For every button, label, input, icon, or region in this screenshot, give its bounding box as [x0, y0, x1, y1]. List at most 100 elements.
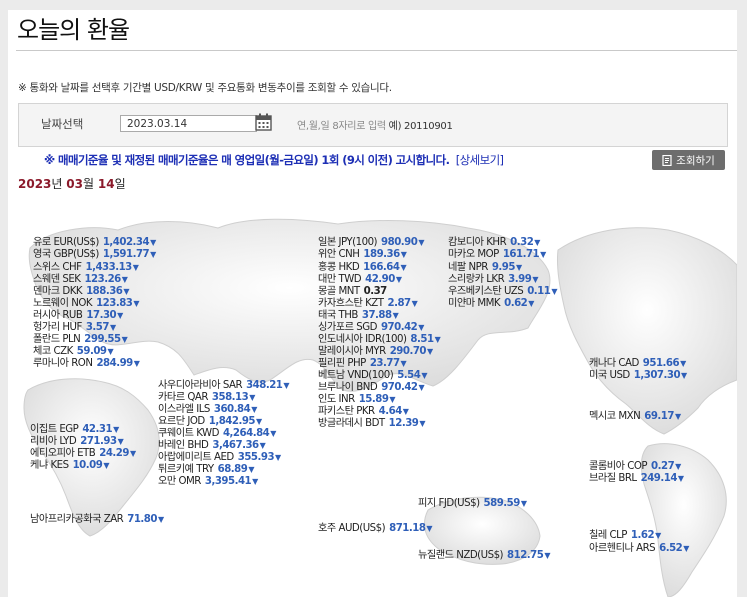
currency-name: 이집트 EGP: [30, 424, 79, 435]
currency-rate: 68.89: [217, 464, 248, 475]
title-divider: [16, 50, 737, 51]
rate-item[interactable]: 영국 GBP(US$) 1,591.77▼: [33, 249, 156, 261]
rate-item[interactable]: 미얀마 MMK 0.62▼: [448, 298, 534, 310]
query-button[interactable]: 조회하기: [652, 150, 725, 170]
down-triangle-icon: ▼: [109, 323, 116, 332]
down-triangle-icon: ▼: [427, 347, 433, 356]
rate-item[interactable]: 폴란드 PLN 299.55▼: [33, 334, 128, 346]
rate-item[interactable]: 카자흐스탄 KZT 2.87▼: [318, 298, 418, 310]
rate-item[interactable]: 루마니아 RON 284.99▼: [33, 358, 140, 370]
currency-name: 아르헨티나 ARS: [589, 543, 656, 554]
rate-item[interactable]: 오만 OMR 3,395.41▼: [158, 476, 258, 488]
currency-name: 뉴질랜드 NZD(US$): [418, 550, 504, 561]
rate-item[interactable]: 싱가포르 SGD 970.42▼: [318, 322, 424, 334]
query-button-label: 조회하기: [676, 154, 715, 167]
rate-item[interactable]: 호주 AUD(US$) 871.18▼: [318, 523, 433, 535]
rate-item[interactable]: 이스라엘 ILS 360.84▼: [158, 404, 257, 416]
rate-item[interactable]: 캐나다 CAD 951.66▼: [589, 358, 686, 370]
currency-rate: 299.55: [84, 334, 121, 345]
down-triangle-icon: ▼: [129, 449, 136, 458]
currency-name: 아랍에미리트 AED: [158, 452, 234, 463]
currency-rate: 355.93: [237, 452, 275, 463]
rate-item[interactable]: 스리랑카 LKR 3.99▼: [448, 274, 538, 286]
currency-rate: 1,307.30: [633, 370, 681, 381]
rate-item[interactable]: 노르웨이 NOK 123.83▼: [33, 298, 140, 310]
rate-item[interactable]: 쿠웨이트 KWD 4,264.84▼: [158, 428, 276, 440]
rate-item[interactable]: 이집트 EGP 42.31▼: [30, 424, 119, 436]
rate-item[interactable]: 브라질 BRL 249.14▼: [589, 473, 684, 485]
rate-item[interactable]: 파키스탄 PKR 4.64▼: [318, 406, 409, 418]
rate-item[interactable]: 인도 INR 15.89▼: [318, 394, 396, 406]
rate-item[interactable]: 말레이시아 MYR 290.70▼: [318, 346, 433, 358]
rate-item[interactable]: 베트남 VND(100) 5.54▼: [318, 370, 427, 382]
down-triangle-icon: ▼: [133, 299, 140, 308]
currency-rate: 71.80: [127, 514, 157, 525]
rate-item[interactable]: 사우디아라비아 SAR 348.21▼: [158, 380, 290, 392]
down-triangle-icon: ▼: [259, 441, 266, 450]
date-input[interactable]: [120, 115, 257, 132]
rate-item[interactable]: 유로 EUR(US$) 1,402.34▼: [33, 237, 156, 249]
currency-rate: 69.17: [644, 411, 674, 422]
rate-item[interactable]: 홍콩 HKD 166.64▼: [318, 262, 407, 274]
rate-item[interactable]: 튀르키예 TRY 68.89▼: [158, 464, 254, 476]
rate-item[interactable]: 덴마크 DKK 188.36▼: [33, 286, 130, 298]
rate-item[interactable]: 방글라데시 BDT 12.39▼: [318, 418, 426, 430]
calendar-icon[interactable]: [255, 113, 272, 131]
rate-item[interactable]: 러시아 RUB 17.30▼: [33, 310, 123, 322]
rate-item[interactable]: 몽골 MNT 0.37: [318, 286, 387, 298]
rate-item[interactable]: 마카오 MOP 161.71▼: [448, 249, 546, 261]
currency-rate: 4,264.84: [222, 428, 270, 439]
rate-item[interactable]: 바레인 BHD 3,467.36▼: [158, 440, 266, 452]
currency-name: 에티오피아 ETB: [30, 448, 96, 459]
rate-item[interactable]: 일본 JPY(100) 980.90▼: [318, 237, 424, 249]
rate-item[interactable]: 인도네시아 IDR(100) 8.51▼: [318, 334, 441, 346]
rate-item[interactable]: 칠레 CLP 1.62▼: [589, 530, 661, 542]
down-triangle-icon: ▼: [121, 335, 128, 344]
rate-item[interactable]: 에티오피아 ETB 24.29▼: [30, 448, 136, 460]
rate-item[interactable]: 캄보디아 KHR 0.32▼: [448, 237, 540, 249]
currency-name: 방글라데시 BDT: [318, 418, 385, 429]
down-triangle-icon: ▼: [680, 359, 686, 368]
currency-name: 인도네시아 IDR(100): [318, 334, 407, 345]
rate-item[interactable]: 네팔 NPR 9.95▼: [448, 262, 522, 274]
rate-item[interactable]: 스위스 CHF 1,433.13▼: [33, 262, 139, 274]
rate-item[interactable]: 남아프리카공화국 ZAR 71.80▼: [30, 514, 164, 526]
rate-item[interactable]: 케냐 KES 10.09▼: [30, 460, 109, 472]
rate-item[interactable]: 위안 CNH 189.36▼: [318, 249, 407, 261]
currency-rate: 348.21: [246, 380, 283, 391]
rate-item[interactable]: 리비아 LYD 271.93▼: [30, 436, 124, 448]
rate-item[interactable]: 콜롬비아 COP 0.27▼: [589, 461, 681, 473]
rate-item[interactable]: 대만 TWD 42.90▼: [318, 274, 402, 286]
down-triangle-icon: ▼: [392, 311, 399, 320]
down-triangle-icon: ▼: [402, 407, 409, 416]
currency-name: 오만 OMR: [158, 476, 201, 487]
currency-name: 미얀마 MMK: [448, 298, 501, 309]
detail-link[interactable]: [상세보기]: [456, 153, 504, 167]
rate-item[interactable]: 아랍에미리트 AED 355.93▼: [158, 452, 281, 464]
rate-item[interactable]: 체코 CZK 59.09▼: [33, 346, 114, 358]
rate-item[interactable]: 스웨덴 SEK 123.26▼: [33, 274, 128, 286]
currency-rate: 42.31: [82, 424, 113, 435]
rate-item[interactable]: 우즈베키스탄 UZS 0.11▼: [448, 286, 557, 298]
rate-item[interactable]: 브루나이 BND 970.42▼: [318, 382, 425, 394]
currency-name: 말레이시아 MYR: [318, 346, 386, 357]
currency-rate: 284.99: [96, 358, 133, 369]
down-triangle-icon: ▼: [418, 323, 424, 332]
rate-item[interactable]: 헝가리 HUF 3.57▼: [33, 322, 116, 334]
rate-item[interactable]: 멕시코 MXN 69.17▼: [589, 411, 681, 423]
currency-rate: 3,467.36: [212, 440, 259, 451]
date-select-label: 날짜선택: [41, 117, 84, 131]
down-triangle-icon: ▼: [252, 477, 258, 486]
rate-item[interactable]: 뉴질랜드 NZD(US$) 812.75▼: [418, 550, 550, 562]
rate-item[interactable]: 필리핀 PHP 23.77▼: [318, 358, 407, 370]
rate-item[interactable]: 피지 FJD(US$) 589.59▼: [418, 498, 527, 510]
rate-item[interactable]: 요르단 JOD 1,842.95▼: [158, 416, 262, 428]
currency-rate: 0.27: [651, 461, 675, 472]
rate-item[interactable]: 미국 USD 1,307.30▼: [589, 370, 687, 382]
currency-rate: 0.62: [504, 298, 528, 309]
currency-name: 요르단 JOD: [158, 416, 205, 427]
rate-item[interactable]: 카타르 QAR 358.13▼: [158, 392, 255, 404]
rate-item[interactable]: 아르헨티나 ARS 6.52▼: [589, 543, 689, 555]
rate-item[interactable]: 태국 THB 37.88▼: [318, 310, 399, 322]
down-triangle-icon: ▼: [544, 551, 550, 560]
